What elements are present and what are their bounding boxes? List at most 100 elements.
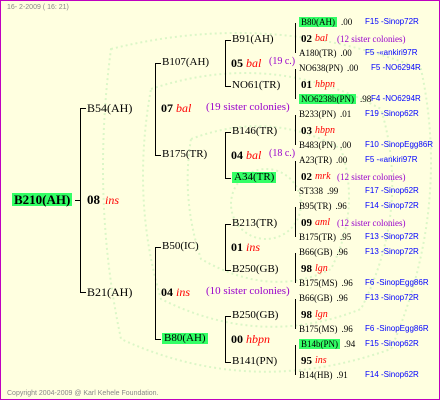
connector [225,316,226,362]
ancestor-row[interactable]: NO6238b(PN) .98 F4 -NO6294R [299,94,421,104]
ancestor-row[interactable]: B14b(PN) .94 F15 -Sinop62R [299,339,419,349]
l1-colony-0[interactable]: B54(AH) [87,102,132,114]
l3-colony-6[interactable]: B250(GB) [232,310,278,321]
l3-origin-5: lgn [315,263,328,274]
connector [155,63,156,155]
connector [155,247,156,339]
l3-siblings-4: (12 sister colonies) [337,218,406,228]
ancestor-code: F13 -Sinop72R [365,247,419,256]
ancestor-row[interactable]: B66(GB) .96 F13 -Sinop72R [299,247,419,257]
connector [225,132,226,178]
ancestor-code: F15 -Sinop62R [365,339,419,348]
ancestor-score: .96 [336,293,348,303]
connector [225,316,231,317]
connector [225,86,231,87]
l2-year-1: 04 [231,148,243,162]
connector [225,40,226,86]
ancestor-name: B175(MS) [299,324,338,334]
connector [80,292,86,293]
ancestor-name: B66(GB) [299,293,333,303]
ancestor-name: B95(TR) [299,201,332,211]
ancestor-score: .94 [344,339,356,349]
l3-colony-3[interactable]: A34(TR) [232,172,277,183]
ancestor-score: .96 [336,247,348,257]
l1-siblings-0: (19 sister colonies) [206,101,290,113]
ancestor-row[interactable]: B80(AH) .00 F15 -Sinop72R [299,17,419,27]
ancestor-code: F6 -SinopEgg86R [365,278,429,287]
ancestor-row[interactable]: B175(TR) .95 F13 -Sinop72R [299,232,419,242]
l3-colony-4[interactable]: B213(TR) [232,218,277,229]
l1-year-1: 04 [161,285,173,299]
l3-colony-0[interactable]: B91(AH) [232,34,274,45]
connector [225,132,231,133]
root-year: 08 [87,192,100,207]
connector [225,362,231,363]
ancestor-name: A180(TR) [299,48,337,58]
ancestor-code: F13 -Sinop72R [365,232,419,241]
l2-colony-1[interactable]: B175(TR) [162,149,207,160]
ancestor-name: B483(PN) [299,140,337,150]
ancestor-name: B175(MS) [299,278,338,288]
l2-origin-3: hbpn [246,332,270,346]
ancestor-score: .95 [340,232,352,242]
l3-year-7: 95 [301,355,312,367]
l2-colony-3[interactable]: B80(AH) [162,333,208,344]
l3-colony-2[interactable]: B146(TR) [232,126,277,137]
ancestor-name: B14b(PN) [299,339,341,349]
l2-year-3: 00 [231,332,243,346]
ancestor-code: F5 -NO6294R [371,63,421,72]
connector [225,270,231,271]
l3-year-3: 02 [301,171,312,183]
connector [80,108,86,109]
connector [155,247,161,248]
ancestor-code: F13 -Sinop72R [365,293,419,302]
l3-colony-7[interactable]: B141(PN) [232,356,277,367]
ancestor-score: .00 [340,140,352,150]
ancestor-row[interactable]: A23(TR) .00 F5 -«ankiri97R [299,155,417,165]
l3-siblings-0: (12 sister colonies) [337,34,406,44]
l3-year-6: 98 [301,309,312,321]
l3-origin-4: aml [315,217,330,228]
ancestor-row[interactable]: A180(TR) .00 F5 -«ankiri97R [299,48,417,58]
connector [225,224,226,270]
l3-origin-3: mrk [315,171,331,182]
ancestor-score: .00 [347,63,359,73]
l1-siblings-1: (10 sister colonies) [206,285,290,297]
connector [295,253,296,283]
l2-origin-2: ins [246,240,261,254]
root-colony[interactable]: B210(AH) [12,193,73,206]
ancestor-name: ST338 [299,186,324,196]
connector [295,207,296,237]
l2-colony-0[interactable]: B107(AH) [162,57,209,68]
ancestor-code: F5 -«ankiri97R [365,48,418,57]
ancestor-code: F10 -SinopEgg86R [365,140,434,149]
ancestor-name: B233(PN) [299,109,337,119]
ancestor-row[interactable]: B175(MS) .96 F6 -SinopEgg86R [299,324,429,334]
ancestor-code: F4 -NO6294R [371,94,421,103]
connector [155,155,161,156]
l1-colony-1[interactable]: B21(AH) [87,286,132,298]
ancestor-name: B175(TR) [299,232,336,242]
ancestor-row[interactable]: B233(PN) .01 F19 -Sinop62R [299,109,419,119]
ancestor-row[interactable]: B483(PN) .00 F10 -SinopEgg86R [299,140,433,150]
ancestor-row[interactable]: NO638(PN) .00 F5 -NO6294R [299,63,421,73]
ancestor-row[interactable]: B66(GB) .96 F13 -Sinop72R [299,293,419,303]
connector [295,23,296,53]
ancestor-row[interactable]: B95(TR) .96 F14 -Sinop72R [299,201,419,211]
ancestor-code: F14 -Sinop72R [365,201,419,210]
ancestor-score: .01 [340,109,352,119]
l2-colony-2[interactable]: B50(IC) [162,241,199,252]
ancestor-score: .91 [336,370,348,380]
connector [295,161,296,191]
l3-colony-1[interactable]: NO61(TR) [232,80,280,91]
l1-year-0: 07 [161,101,173,115]
ancestor-row[interactable]: ST338.99 F17 -Sinop62R [299,186,419,196]
ancestor-code: F19 -Sinop62R [365,109,419,118]
ancestor-row[interactable]: B14(HB) .91 F14 -Sinop62R [299,370,419,380]
ancestor-score: .00 [336,155,348,165]
l2-year-2: 01 [231,240,243,254]
ancestor-code: F14 -Sinop62R [365,370,419,379]
ancestor-row[interactable]: B175(MS) .96 F6 -SinopEgg86R [299,278,429,288]
connector [225,40,231,41]
l3-colony-5[interactable]: B250(GB) [232,264,278,275]
